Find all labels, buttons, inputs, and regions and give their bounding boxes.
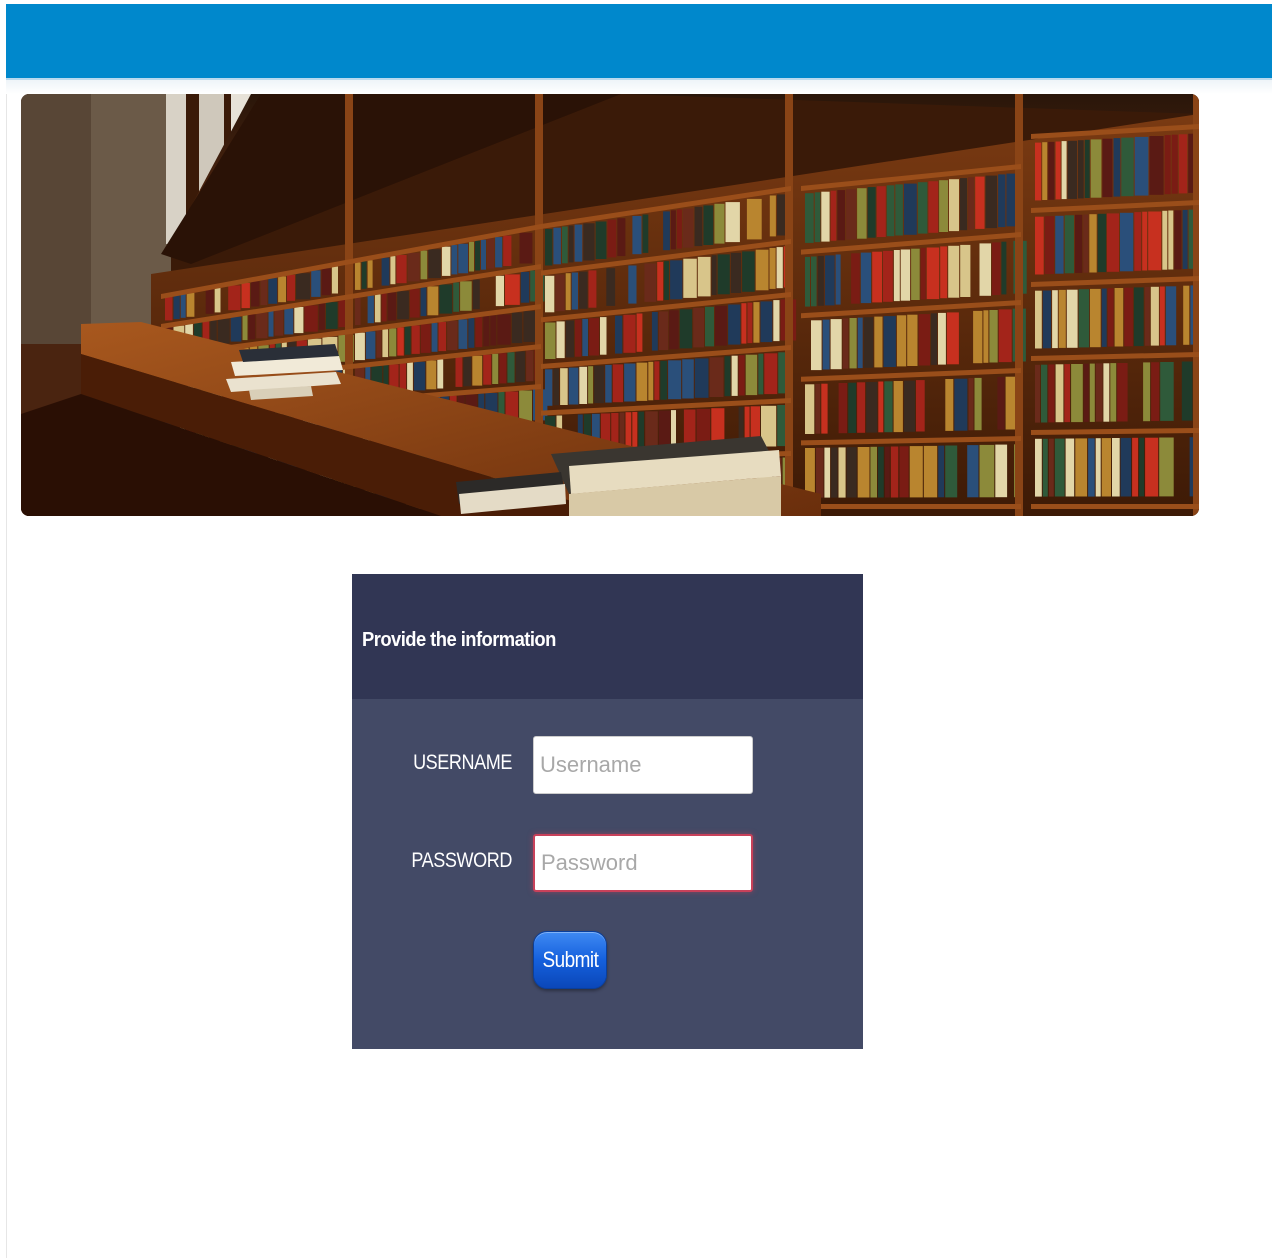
password-input[interactable] [533,834,753,892]
submit-button[interactable]: Submit [533,931,607,989]
login-form: USERNAME PASSWORD Submit [352,699,863,1049]
username-label: USERNAME [413,751,512,774]
header-bar [6,4,1272,80]
login-panel-title: Provide the information [362,629,556,651]
library-bookshelves-illustration [21,94,1199,516]
header-shadow [6,80,1272,94]
password-label: PASSWORD [411,849,512,872]
submit-button-label: Submit [542,947,598,972]
login-panel: Provide the information USERNAME PASSWOR… [352,574,863,1049]
library-banner-image [21,94,1199,516]
login-panel-header: Provide the information [352,574,863,699]
username-input[interactable] [533,736,753,794]
